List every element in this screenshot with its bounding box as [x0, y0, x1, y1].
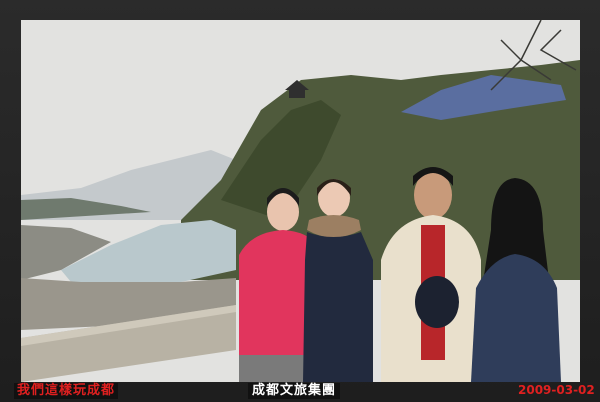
photo-scene	[21, 20, 580, 382]
date-stamp: 2009-03-02	[518, 383, 595, 397]
caption-left: 我們這樣玩成都	[14, 383, 119, 399]
photo-frame: 我們這樣玩成都 成都文旅集團 2009-03-02	[0, 0, 600, 402]
photo	[21, 20, 580, 382]
caption-center: 成都文旅集團	[248, 383, 341, 399]
